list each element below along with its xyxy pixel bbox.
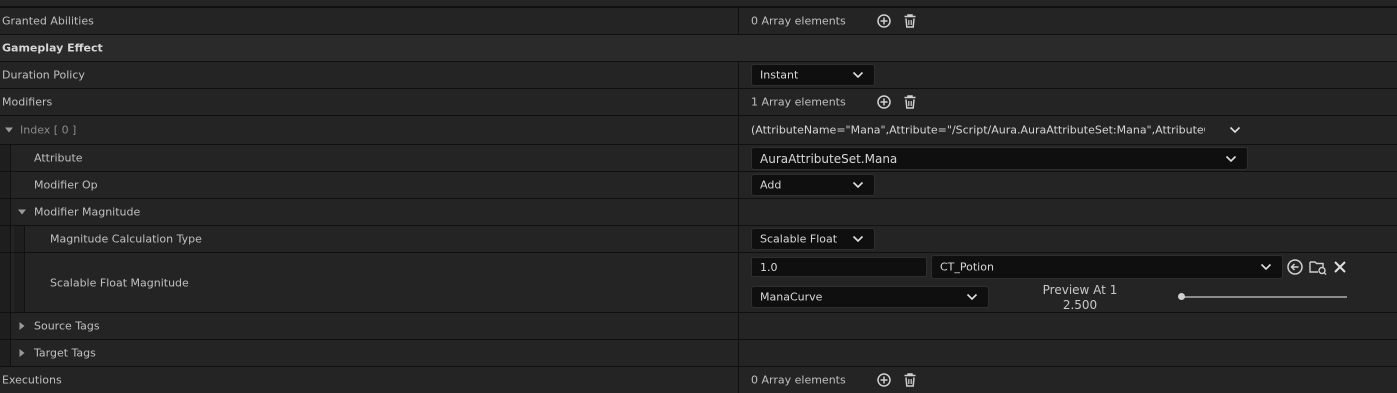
attribute-value: AuraAttributeSet.Mana (760, 151, 898, 166)
row-modifier-op: Modifier Op Add (0, 171, 1397, 198)
modifier-op-dropdown[interactable]: Add (751, 174, 875, 196)
category-title: Gameplay Effect (2, 41, 103, 55)
modifiers-label: Modifiers (2, 95, 53, 109)
scalable-float-value-input[interactable] (752, 258, 926, 276)
modifier-op-value: Add (760, 178, 782, 192)
row-attribute: Attribute AuraAttributeSet.Mana (0, 144, 1397, 171)
chevron-down-icon (852, 181, 864, 189)
row-duration-policy: Duration Policy Instant (0, 61, 1397, 88)
row-name-value: ManaCurve (760, 290, 823, 304)
expand-arrow-icon[interactable] (17, 207, 27, 217)
collapsed-arrow-icon[interactable] (17, 348, 27, 358)
row-index-0: Index [ 0 ] (AttributeName="Mana",Attrib… (0, 115, 1397, 144)
row-magnitude-calc-type: Magnitude Calculation Type Scalable Floa… (0, 225, 1397, 252)
delete-all-icon[interactable] (901, 12, 919, 30)
granted-abilities-label: Granted Abilities (2, 14, 94, 28)
index-struct-value: (AttributeName="Mana",Attribute="/Script… (751, 123, 1205, 137)
chevron-down-icon (966, 293, 978, 301)
curve-table-dropdown[interactable]: CT_Potion (931, 255, 1283, 279)
clear-icon[interactable] (1332, 259, 1348, 275)
chevron-down-icon (852, 71, 864, 79)
modifier-magnitude-label: Modifier Magnitude (34, 205, 141, 219)
scrolled-row-edge (0, 0, 1397, 7)
row-granted-abilities: Granted Abilities 0 Array elements (0, 7, 1397, 34)
expand-arrow-icon[interactable] (4, 125, 14, 135)
granted-abilities-count: 0 Array elements (751, 14, 846, 28)
row-scalable-float-magnitude: Scalable Float Magnitude CT_Potion ManaC… (0, 252, 1397, 312)
chevron-down-icon (1225, 155, 1237, 163)
executions-count: 0 Array elements (751, 373, 846, 387)
row-modifier-magnitude: Modifier Magnitude (0, 198, 1397, 225)
delete-all-icon[interactable] (901, 93, 919, 111)
category-gameplay-effect[interactable]: Gameplay Effect (0, 34, 1397, 61)
scalable-float-label: Scalable Float Magnitude (50, 276, 189, 289)
curve-table-value: CT_Potion (940, 260, 994, 274)
modifiers-count: 1 Array elements (751, 95, 846, 109)
row-source-tags: Source Tags (0, 312, 1397, 339)
magnitude-calc-type-dropdown[interactable]: Scalable Float (751, 228, 875, 250)
duration-policy-dropdown[interactable]: Instant (751, 64, 875, 86)
preview-slider[interactable] (1181, 296, 1347, 298)
use-selected-asset-icon[interactable] (1286, 258, 1304, 276)
add-element-icon[interactable] (875, 371, 893, 389)
duration-policy-value: Instant (760, 68, 799, 82)
add-element-icon[interactable] (875, 12, 893, 30)
chevron-down-icon[interactable] (1229, 126, 1241, 134)
row-executions: Executions 0 Array elements (0, 366, 1397, 393)
chevron-down-icon (1260, 263, 1272, 271)
delete-all-icon[interactable] (901, 371, 919, 389)
preview-value: 2.500 (1062, 298, 1098, 312)
executions-label: Executions (2, 373, 62, 387)
row-name-dropdown[interactable]: ManaCurve (751, 286, 989, 308)
magnitude-calc-type-label: Magnitude Calculation Type (50, 232, 202, 246)
row-target-tags: Target Tags (0, 339, 1397, 366)
attribute-label: Attribute (34, 151, 83, 165)
collapsed-arrow-icon[interactable] (17, 321, 27, 331)
modifier-op-label: Modifier Op (34, 178, 98, 192)
preview-slider-knob[interactable] (1178, 293, 1185, 300)
preview-label: Preview At 1 (1042, 283, 1118, 297)
browse-asset-icon[interactable] (1308, 258, 1328, 276)
source-tags-label: Source Tags (34, 319, 100, 333)
index-label: Index [ 0 ] (20, 123, 77, 137)
target-tags-label: Target Tags (34, 346, 96, 360)
chevron-down-icon (852, 235, 864, 243)
magnitude-calc-type-value: Scalable Float (760, 232, 838, 246)
add-element-icon[interactable] (875, 93, 893, 111)
row-modifiers: Modifiers 1 Array elements (0, 88, 1397, 115)
attribute-dropdown[interactable]: AuraAttributeSet.Mana (751, 147, 1248, 170)
duration-policy-label: Duration Policy (2, 68, 85, 82)
scalable-float-value-field[interactable] (751, 257, 927, 277)
